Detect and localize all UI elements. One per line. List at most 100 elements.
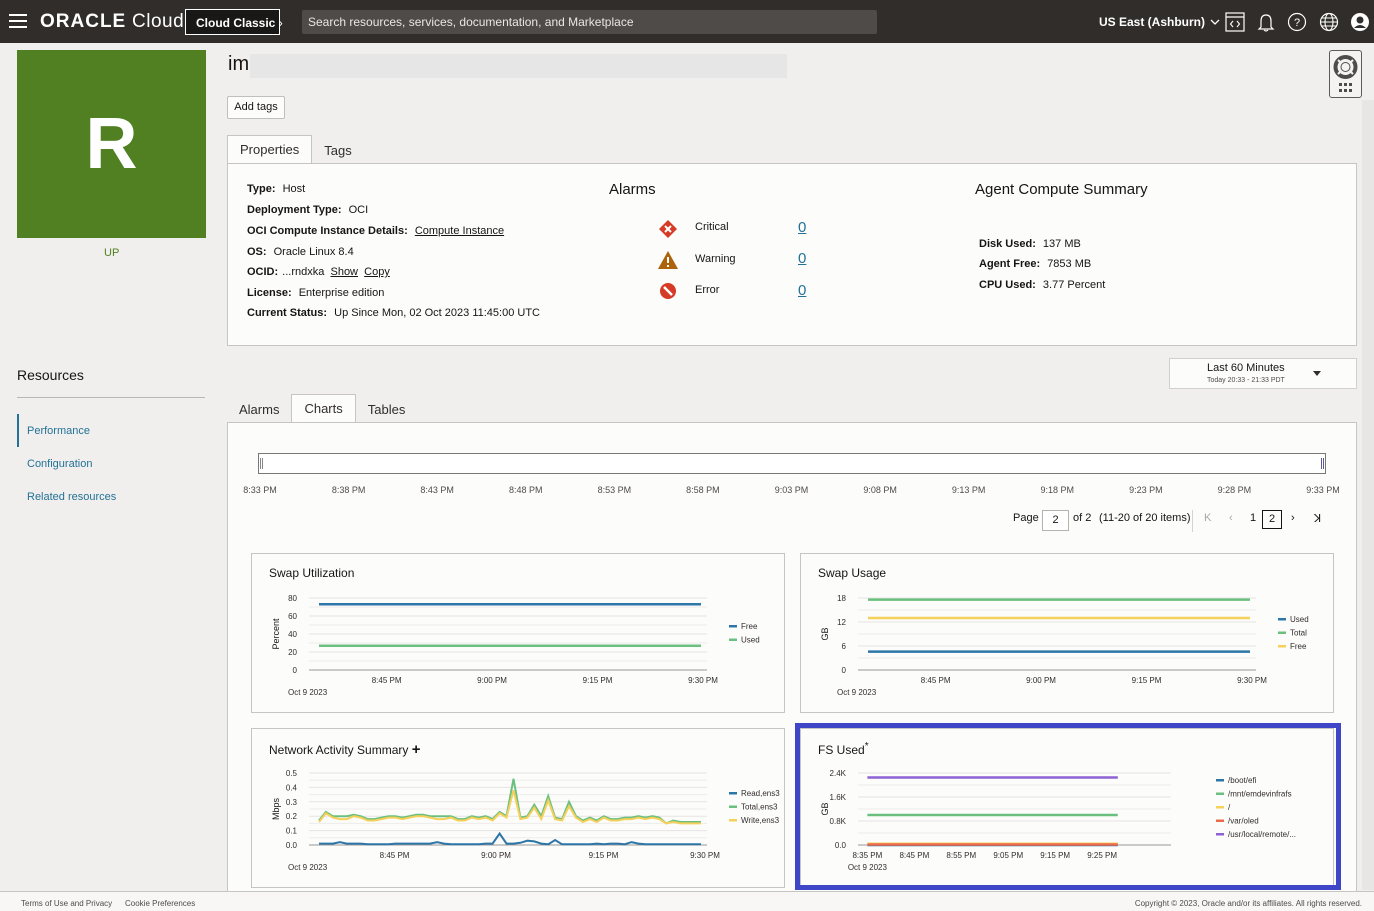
legend-label[interactable]: Total (1290, 629, 1307, 638)
search-input[interactable] (302, 10, 877, 34)
legend-label[interactable]: Used (741, 636, 760, 645)
last-page-icon[interactable]: ꓘ (1314, 512, 1321, 525)
agent-summary-title: Agent Compute Summary (975, 181, 1148, 198)
slider-tick-label: 9:18 PM (1040, 485, 1075, 495)
slider-tick-label: 8:38 PM (331, 485, 366, 495)
y-tick-label: 0.3 (286, 798, 298, 807)
alarm-error-count[interactable]: 0 (798, 282, 806, 299)
compute-instance-link[interactable]: Compute Instance (415, 225, 504, 237)
add-tags-button[interactable]: Add tags (227, 96, 285, 119)
x-tick-label: 9:15 PM (589, 851, 619, 860)
globe-icon[interactable] (1318, 11, 1340, 33)
slider-tick-label: 8:53 PM (597, 485, 632, 495)
cookie-preferences-link[interactable]: Cookie Preferences (125, 899, 195, 908)
time-slider[interactable] (258, 453, 1326, 474)
cloud-classic-button[interactable]: Cloud Classic › (185, 9, 283, 35)
slider-tick-label: 9:03 PM (774, 485, 809, 495)
tab-alarms[interactable]: Alarms (227, 394, 291, 422)
slider-tick-label: 9:08 PM (863, 485, 897, 495)
sidebar-item-configuration[interactable]: Configuration (27, 458, 92, 470)
alarm-critical-label: Critical (695, 221, 729, 233)
help-widget[interactable] (1329, 50, 1362, 98)
page-1-link[interactable]: 1 (1250, 512, 1256, 524)
tab-properties[interactable]: Properties (227, 135, 313, 164)
prev-page-icon[interactable]: ‹ (1229, 512, 1233, 524)
x-tick-label: 9:15 PM (1132, 676, 1162, 685)
code-editor-icon[interactable] (1224, 11, 1246, 33)
date-label: Oct 9 2023 (288, 863, 328, 872)
brand-bold: ORACLE (40, 11, 127, 32)
first-page-icon[interactable]: K (1204, 512, 1211, 524)
legend-swatch (729, 638, 737, 641)
legend-label[interactable]: Read,ens3 (741, 789, 780, 798)
alarm-critical-count[interactable]: 0 (798, 219, 806, 236)
user-avatar-icon[interactable] (1349, 11, 1371, 33)
footer: Terms of Use and Privacy Cookie Preferen… (0, 891, 1374, 911)
legend-label[interactable]: Used (1290, 615, 1309, 624)
tab-tags[interactable]: Tags (312, 135, 363, 163)
sidebar-item-performance[interactable]: Performance (27, 425, 90, 437)
x-tick-label: 9:00 PM (481, 851, 511, 860)
agent-free: Agent Free: 7853 MB (979, 258, 1091, 270)
legend-swatch (1278, 645, 1286, 648)
legend-swatch (1278, 631, 1286, 634)
cloud-classic-label: Cloud Classic (196, 16, 276, 30)
y-tick-label: 0.4 (286, 783, 298, 792)
svg-text:?: ? (1294, 17, 1300, 29)
help-icon[interactable]: ? (1286, 11, 1308, 33)
page-title: im (228, 53, 250, 75)
ocid-show-link[interactable]: Show (330, 266, 358, 278)
y-axis-label: GB (820, 627, 830, 640)
chart-card-network-activity: Network Activity Summary + 0.0 0.1 0.2 0.3 0… (251, 728, 785, 888)
chart-svg: 0 20 40 60 80 Percent 8:45 PM 9:00 PM 9:15 PM 9:3… (271, 594, 760, 697)
resources-title: Resources (17, 367, 84, 383)
redacted-title-block (250, 54, 787, 78)
detail-tabs: Properties Tags (227, 135, 364, 164)
y-tick-label: 0.2 (286, 812, 298, 821)
legend-label[interactable]: Free (741, 622, 758, 631)
prop-label: License: (247, 287, 292, 299)
legend-label[interactable]: Free (1290, 642, 1307, 651)
alarms-section-title: Alarms (609, 181, 656, 198)
alarm-error-label: Error (695, 284, 720, 296)
prop-label: OS: (247, 246, 267, 258)
time-range-select[interactable]: Last 60 Minutes Today 20:33 - 21:33 PDT (1169, 358, 1357, 389)
summary-label: CPU Used: (979, 279, 1036, 291)
legend-swatch (729, 805, 737, 808)
tab-tables[interactable]: Tables (356, 394, 418, 422)
time-range-sub: Today 20:33 - 21:33 PDT (1207, 377, 1285, 384)
prop-label: Deployment Type: (247, 204, 342, 216)
slider-tick-label: 8:33 PM (243, 485, 277, 495)
summary-label: Disk Used: (979, 238, 1036, 250)
sidebar-item-related-resources[interactable]: Related resources (27, 491, 116, 503)
y-axis-label: Mbps (271, 798, 281, 821)
resource-status: UP (104, 247, 120, 259)
ocid-copy-link[interactable]: Copy (364, 266, 390, 278)
alarm-warning-count[interactable]: 0 (798, 250, 806, 267)
tab-charts[interactable]: Charts (291, 394, 356, 423)
menu-icon[interactable] (9, 14, 27, 28)
slider-tick-label: 9:28 PM (1217, 485, 1252, 495)
slider-tick-label: 9:13 PM (951, 485, 986, 495)
legend-swatch (729, 819, 737, 822)
legend-label[interactable]: Total,ens3 (741, 803, 778, 812)
legend-swatch (729, 792, 737, 795)
oracle-cloud-logo[interactable]: ORACLE Cloud (40, 11, 184, 33)
bell-icon[interactable] (1255, 11, 1277, 33)
slider-left-handle[interactable] (260, 458, 263, 469)
page-number-input[interactable]: 2 (1042, 510, 1069, 531)
next-page-icon[interactable]: › (1291, 512, 1295, 524)
x-tick-label: 9:15 PM (583, 676, 613, 685)
copyright: Copyright © 2023, Oracle and/or its affi… (1134, 899, 1362, 908)
region-selector[interactable]: US East (Ashburn) (1099, 15, 1220, 29)
page-scrollbar[interactable] (1362, 100, 1374, 890)
slider-right-handle[interactable] (1321, 458, 1324, 469)
x-tick-label: 9:00 PM (1026, 676, 1056, 685)
resource-avatar: R (17, 50, 206, 238)
terms-link[interactable]: Terms of Use and Privacy (21, 899, 112, 908)
pagination-divider (1192, 510, 1193, 532)
page-2-link[interactable]: 2 (1262, 510, 1282, 529)
legend-label[interactable]: Write,ens3 (741, 816, 780, 825)
date-label: Oct 9 2023 (837, 688, 877, 697)
prop-label: OCID: (247, 266, 279, 278)
